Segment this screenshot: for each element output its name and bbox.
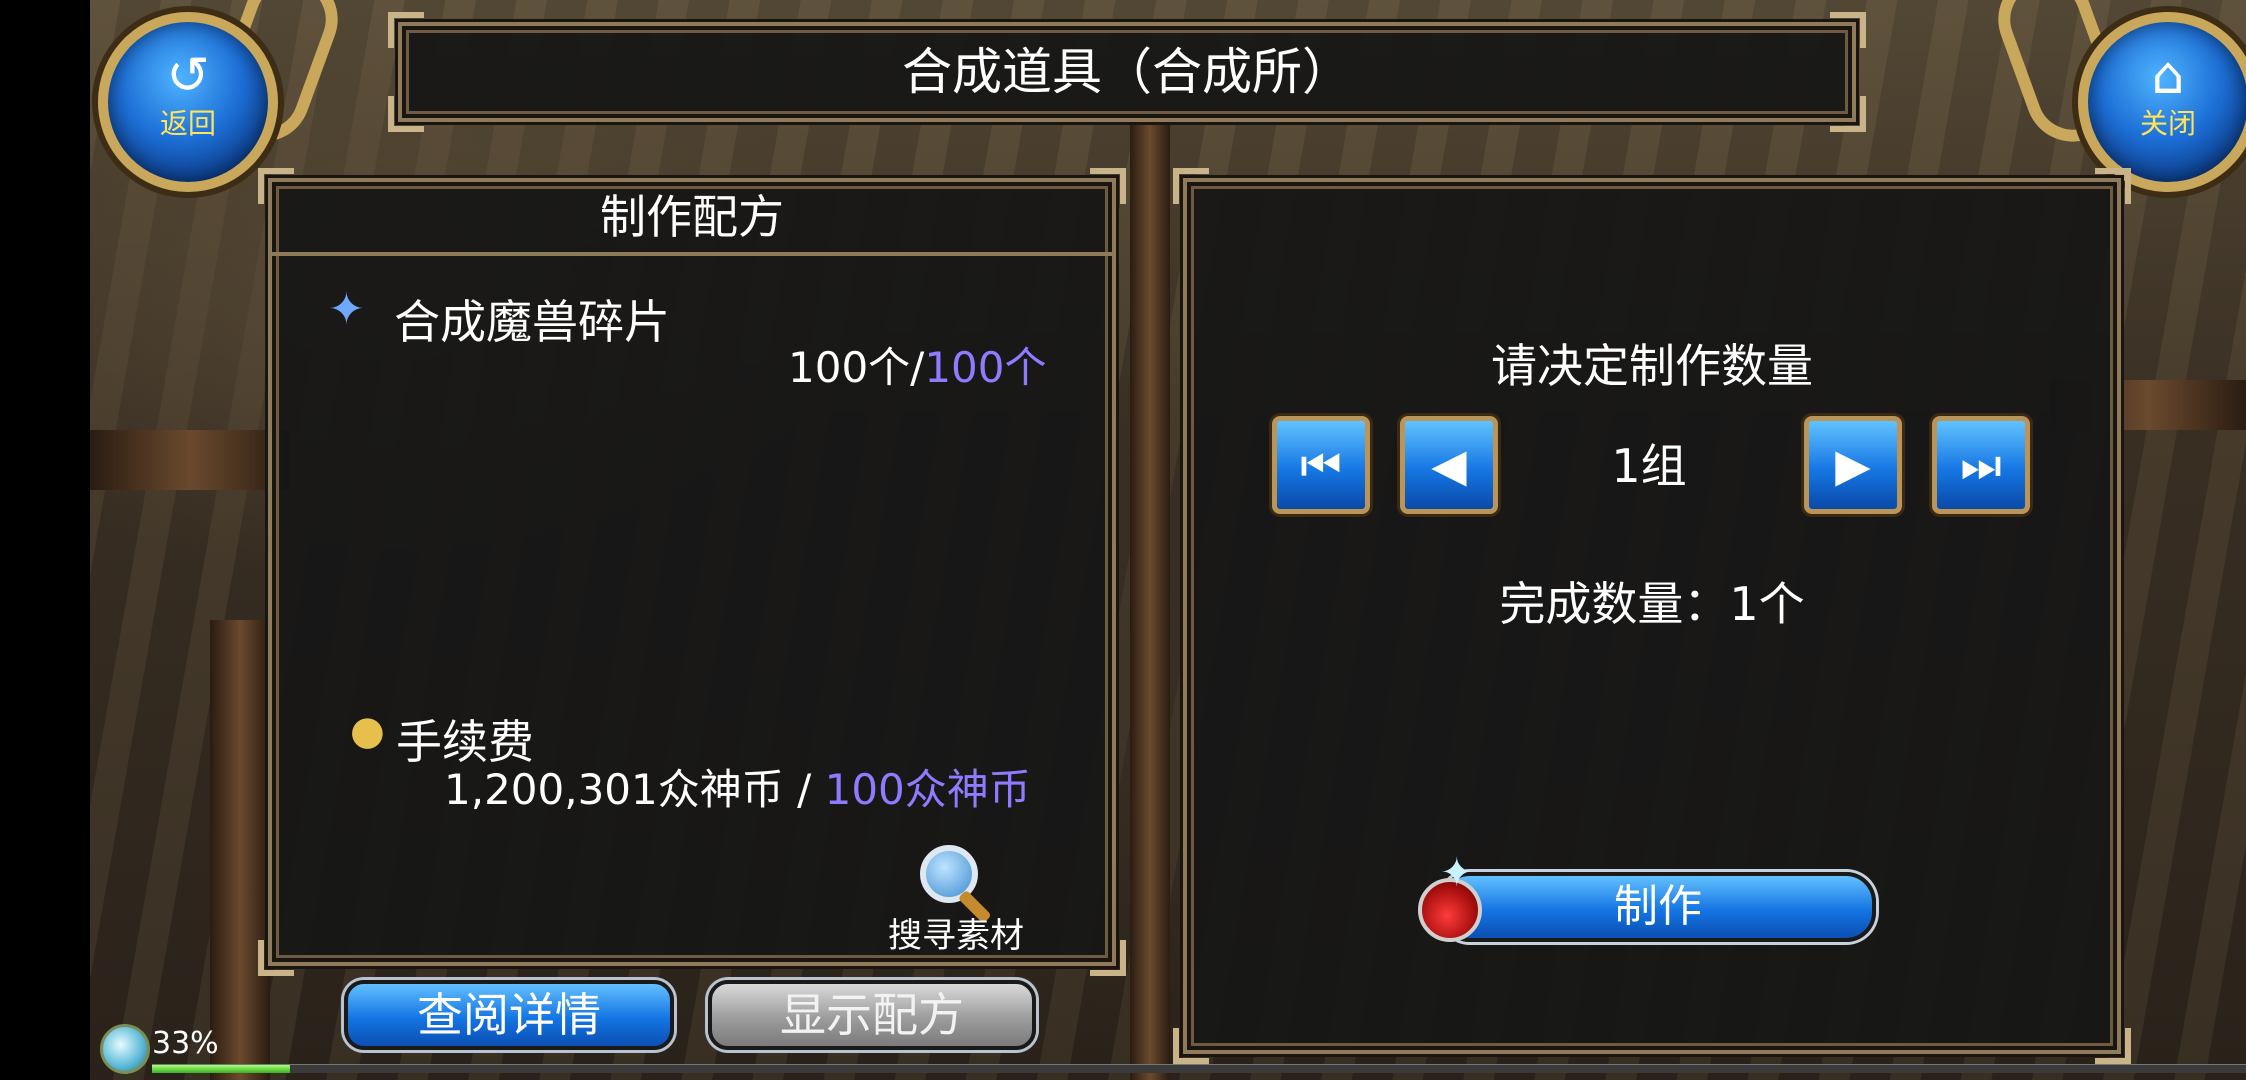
last-button[interactable]: ⏭ [1932, 416, 2030, 514]
sparkle-icon: ✦ [328, 284, 365, 335]
close-button[interactable]: ⌂ 关闭 [2078, 12, 2246, 192]
quantity-value: 1组 [1611, 439, 1687, 493]
page-title: 合成道具（合成所） [902, 43, 1352, 101]
title-bar: 合成道具（合成所） [388, 12, 1866, 132]
back-arrow-icon: ↺ [166, 46, 210, 106]
prev-button[interactable]: ◀ [1400, 416, 1498, 514]
material-have: 100个/ [788, 343, 925, 392]
home-icon: ⌂ [2151, 46, 2185, 106]
recipe-header: 制作配方 [272, 182, 1112, 256]
fee-have: 1,200,301众神币 / [444, 765, 825, 814]
search-label: 搜寻素材 [888, 916, 1024, 956]
fee-amount: 1,200,301众神币 / 100众神币 [444, 756, 1031, 817]
make-button[interactable]: 制作 [1440, 872, 1876, 942]
first-button[interactable]: ⏮ [1272, 416, 1370, 514]
close-label: 关闭 [2139, 107, 2196, 140]
show-recipe-button[interactable]: 显示配方 [708, 980, 1036, 1050]
next-icon: ▶ [1835, 438, 1871, 492]
coin-icon: ● [350, 708, 385, 754]
material-need: 100个 [924, 343, 1047, 392]
back-label: 返回 [159, 107, 216, 140]
last-icon: ⏭ [1960, 438, 2002, 492]
material-name: 合成魔兽碎片 [394, 295, 670, 349]
fee-need: 100众神币 [824, 765, 1031, 814]
quantity-prompt: 请决定制作数量 [1491, 339, 1813, 393]
exp-bar [152, 1064, 2246, 1073]
completed-quantity: 完成数量：1个 [1499, 577, 1805, 631]
view-details-button[interactable]: 查阅详情 [344, 980, 674, 1050]
first-icon: ⏮ [1300, 438, 1342, 492]
next-button[interactable]: ▶ [1804, 416, 1902, 514]
prev-icon: ◀ [1431, 438, 1467, 492]
back-button[interactable]: ↺ 返回 [98, 12, 278, 192]
sparkle-icon: ✦ [1440, 850, 1474, 896]
exp-bar-fill [152, 1065, 291, 1073]
exp-orb-icon [100, 1024, 150, 1074]
exp-percent: 33% [152, 1026, 219, 1061]
material-count: 100个/100个 [788, 334, 1047, 395]
